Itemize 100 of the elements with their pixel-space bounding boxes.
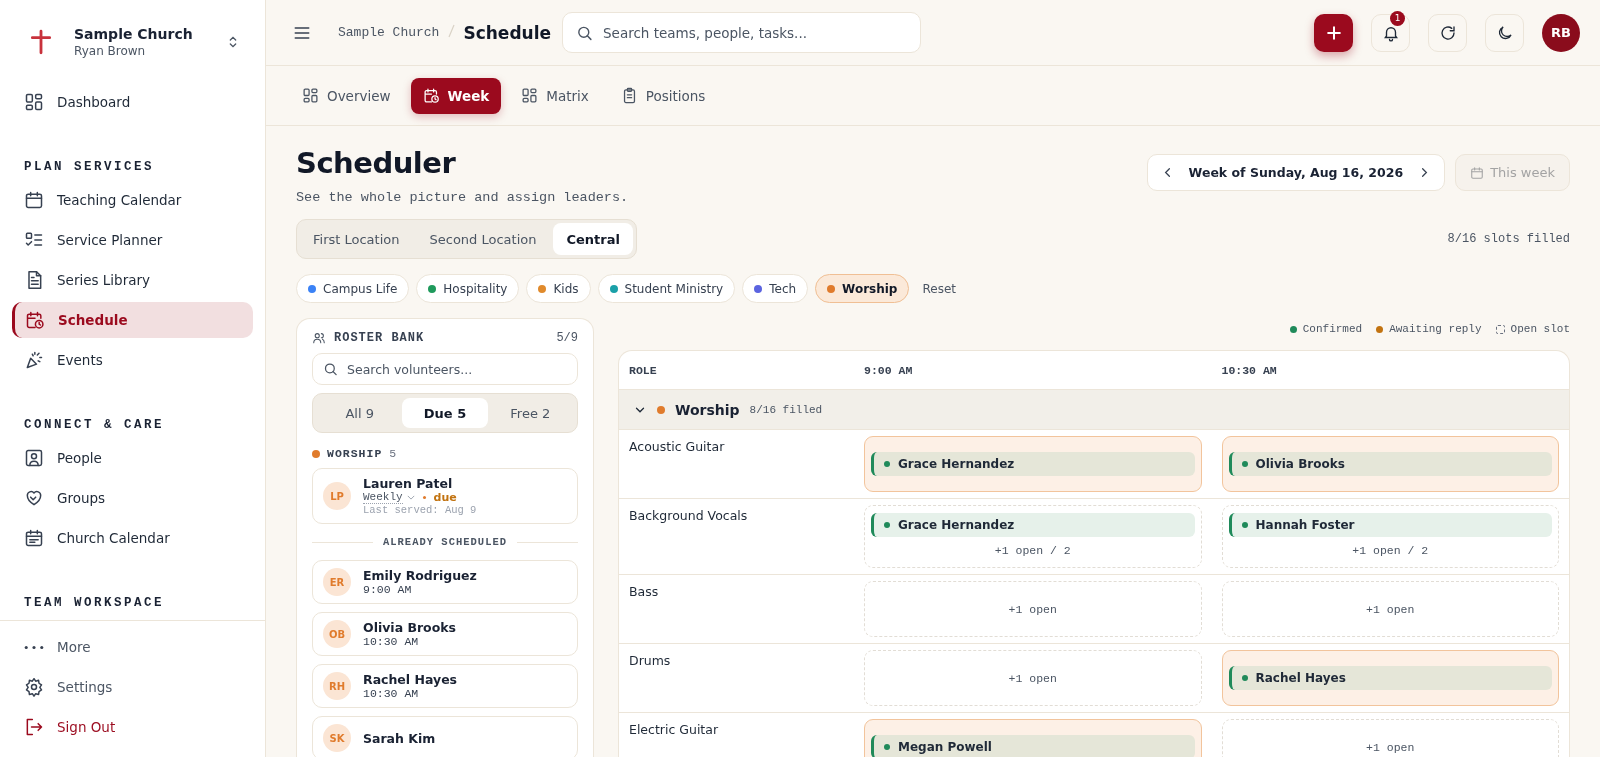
team-filter-chip[interactable]: Kids: [526, 274, 591, 303]
add-button[interactable]: [1314, 13, 1353, 52]
volunteer-name: Lauren Patel: [363, 476, 454, 491]
volunteer-card[interactable]: LP Lauren Patel Weekly due Last served: Aug 9: [312, 468, 578, 524]
sidebar-item[interactable]: Sign Out: [12, 709, 253, 745]
calendar-clock-icon: [25, 310, 45, 330]
open-slot[interactable]: +1 open: [1221, 719, 1559, 757]
sidebar-item[interactable]: Church Calendar: [12, 520, 253, 556]
filled-slot[interactable]: Megan Powell: [864, 719, 1202, 757]
notifications-button[interactable]: 1: [1371, 13, 1410, 52]
volunteer-card[interactable]: RH Rachel Hayes 10:30 AM: [312, 664, 578, 708]
location-tab[interactable]: Central: [553, 223, 633, 255]
sidebar-item[interactable]: Dashboard: [12, 84, 253, 120]
sidebar-item[interactable]: Events: [12, 342, 253, 378]
confirmed-dot: [884, 461, 890, 467]
location-tab[interactable]: Second Location: [416, 223, 550, 255]
filter-tab[interactable]: Due 5: [402, 398, 488, 428]
volunteer-name: Emily Rodriguez: [363, 568, 477, 583]
confirmed-dot: [1289, 325, 1297, 333]
scheduled-time: 9:00 AM: [363, 583, 413, 596]
column-header: 10:30 AM: [1221, 363, 1278, 377]
location-tab[interactable]: First Location: [300, 223, 413, 255]
search-field[interactable]: Search volunteers...: [312, 353, 578, 385]
section-heading: CONNECT & CARE: [23, 417, 166, 434]
view-tab[interactable]: Positions: [608, 77, 718, 114]
frequency-dropdown[interactable]: Weekly: [363, 491, 403, 504]
assignee-chip[interactable]: Grace Hernandez: [871, 452, 1195, 476]
view-tab[interactable]: Week: [410, 77, 502, 114]
open-slot[interactable]: Grace Hernandez +1 open / 2: [864, 505, 1202, 568]
team-filter-chip[interactable]: Student Ministry: [597, 274, 736, 303]
sidebar-item[interactable]: People: [12, 440, 253, 476]
sidebar-item[interactable]: Settings: [12, 669, 253, 705]
column-header: 9:00 AM: [864, 363, 914, 377]
legend-label: Open slot: [1510, 323, 1570, 335]
open-slot-icon: [1495, 324, 1505, 334]
team-filter-chip[interactable]: Worship: [815, 274, 910, 303]
sidebar-item[interactable]: More: [12, 629, 253, 665]
open-slot[interactable]: Hannah Foster +1 open / 2: [1221, 505, 1559, 568]
filled-slot[interactable]: Rachel Hayes: [1221, 650, 1559, 706]
slots-filled-count: 8/16 slots filled: [1447, 232, 1570, 246]
calendar-icon: [24, 528, 44, 548]
role-name: Acoustic Guitar: [629, 438, 726, 456]
reset-button[interactable]: Reset: [922, 281, 956, 296]
sidebar-item[interactable]: Groups: [12, 480, 253, 516]
volunteer-card[interactable]: OB Olivia Brooks 10:30 AM: [312, 612, 578, 656]
grid-icon: [521, 87, 539, 104]
team-filter-chip[interactable]: Hospitality: [416, 274, 520, 303]
dark-mode-button[interactable]: [1485, 13, 1524, 52]
more-icon: [24, 644, 44, 650]
sidebar-item[interactable]: Schedule: [12, 302, 253, 338]
volunteer-name: Rachel Hayes: [363, 672, 458, 687]
assignee-name: Rachel Hayes: [1255, 671, 1346, 685]
calendar-icon: [1470, 165, 1485, 180]
role-name: Drums: [629, 652, 672, 670]
user-name: Ryan Brown: [74, 44, 147, 58]
open-slot[interactable]: +1 open: [864, 581, 1202, 637]
refresh-button[interactable]: [1428, 13, 1467, 52]
volunteer-card[interactable]: ER Emily Rodriguez 9:00 AM: [312, 560, 578, 604]
sidebar-item[interactable]: Series Library: [12, 262, 253, 298]
search-field[interactable]: Search teams, people, tasks...: [562, 12, 921, 53]
assignee-name: Megan Powell: [898, 740, 992, 754]
confirmed-dot: [884, 744, 890, 750]
user-avatar[interactable]: RB: [1542, 13, 1580, 52]
section-heading: PLAN SERVICES: [23, 159, 156, 176]
column-header: ROLE: [629, 363, 658, 377]
confirmed-dot: [1241, 675, 1248, 681]
cross-logo-icon: [28, 29, 54, 55]
sidebar-item[interactable]: Service Planner: [12, 222, 253, 258]
filled-slot[interactable]: Olivia Brooks: [1221, 436, 1559, 492]
role-name: Electric Guitar: [629, 721, 720, 739]
scheduled-time: 10:30 AM: [363, 687, 420, 700]
initials-avatar: LP: [323, 482, 351, 510]
settings-icon: [24, 677, 44, 697]
assignee-chip[interactable]: Megan Powell: [871, 735, 1195, 757]
assignee-chip[interactable]: Hannah Foster: [1228, 513, 1552, 537]
due-status: due: [433, 491, 457, 504]
team-filter-chip[interactable]: Campus Life: [296, 274, 410, 303]
assignee-chip[interactable]: Rachel Hayes: [1228, 666, 1552, 690]
view-tab[interactable]: Matrix: [509, 77, 601, 114]
filled-slot[interactable]: Grace Hernandez: [864, 436, 1202, 492]
open-count: +1 open: [1007, 670, 1058, 687]
team-filter-chip[interactable]: Tech: [742, 274, 809, 303]
filter-tab[interactable]: All 9: [317, 398, 403, 428]
heart-icon: [24, 488, 44, 508]
calendar-clock-icon: [422, 87, 440, 104]
breadcrumb-link[interactable]: Sample Church: [338, 25, 440, 40]
sidebar-item[interactable]: Teaching Calendar: [12, 182, 253, 218]
open-slot[interactable]: +1 open: [1221, 581, 1559, 637]
assignee-chip[interactable]: Grace Hernandez: [871, 513, 1195, 537]
notification-count: 1: [1390, 10, 1405, 26]
refresh-icon: [1438, 23, 1457, 42]
filter-tab[interactable]: Free 2: [487, 398, 573, 428]
team-count: 5: [389, 447, 397, 460]
view-tab[interactable]: Overview: [290, 77, 403, 114]
confirmed-dot: [1241, 522, 1248, 528]
assignee-chip[interactable]: Olivia Brooks: [1228, 452, 1552, 476]
last-served: Last served: Aug 9: [363, 504, 477, 516]
party-popper-icon: [24, 350, 44, 370]
assignee-name: Grace Hernandez: [898, 457, 1015, 471]
open-slot[interactable]: +1 open: [864, 650, 1202, 706]
